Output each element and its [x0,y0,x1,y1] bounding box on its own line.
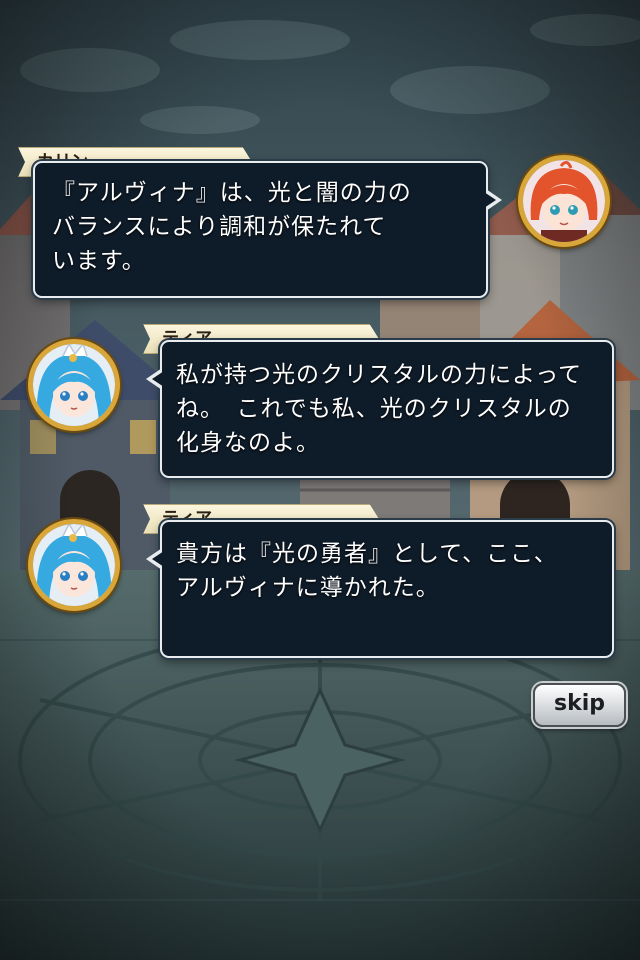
karin-portrait [518,155,610,247]
dialogue-text: 私が持つ光のクリスタルの力によって ね。 これでも私、光のクリスタルの 化身なの… [176,362,583,456]
bubble-tail [484,189,502,211]
dialogue-text: 『アルヴィナ』は、光と闇の力の バランスにより調和が保たれて います。 [52,180,412,274]
town-square-background [0,0,640,960]
tia-portrait [28,519,120,611]
tia-portrait [28,339,120,431]
dialogue-text: 貴方は『光の勇者』として、ここ、 アルヴィナに導かれた。 [176,541,558,601]
bubble-tail [146,548,164,570]
skip-button[interactable]: skip [533,683,626,727]
bubble-tail [146,368,164,390]
